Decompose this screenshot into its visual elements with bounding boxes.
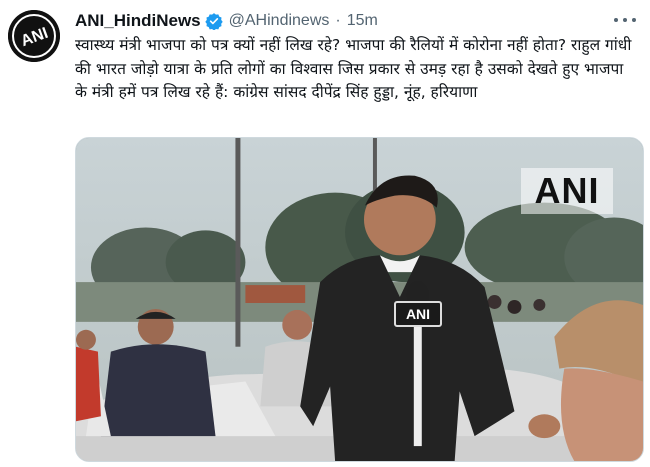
avatar[interactable]: ANI <box>8 10 60 62</box>
verified-badge-icon <box>204 13 223 30</box>
separator-dot: · <box>335 12 341 29</box>
tweet-media[interactable]: ANI ANI <box>75 137 644 462</box>
watermark-text: ANI <box>534 170 600 211</box>
ani-logo: ANI <box>8 10 60 62</box>
ani-watermark: ANI <box>521 168 613 214</box>
account-handle[interactable]: @AHindinews <box>229 12 330 30</box>
timestamp[interactable]: 15m <box>347 12 378 30</box>
tweet-header: ANI_HindiNews @AHindinews · 15m <box>75 11 378 31</box>
display-name[interactable]: ANI_HindiNews <box>75 11 201 31</box>
mic-label-text: ANI <box>405 306 431 322</box>
tweet-text: स्वास्थ्य मंत्री भाजपा को पत्र क्यों नही… <box>75 36 637 101</box>
microphone-label: ANI <box>394 301 442 327</box>
more-options-icon[interactable] <box>614 12 636 28</box>
